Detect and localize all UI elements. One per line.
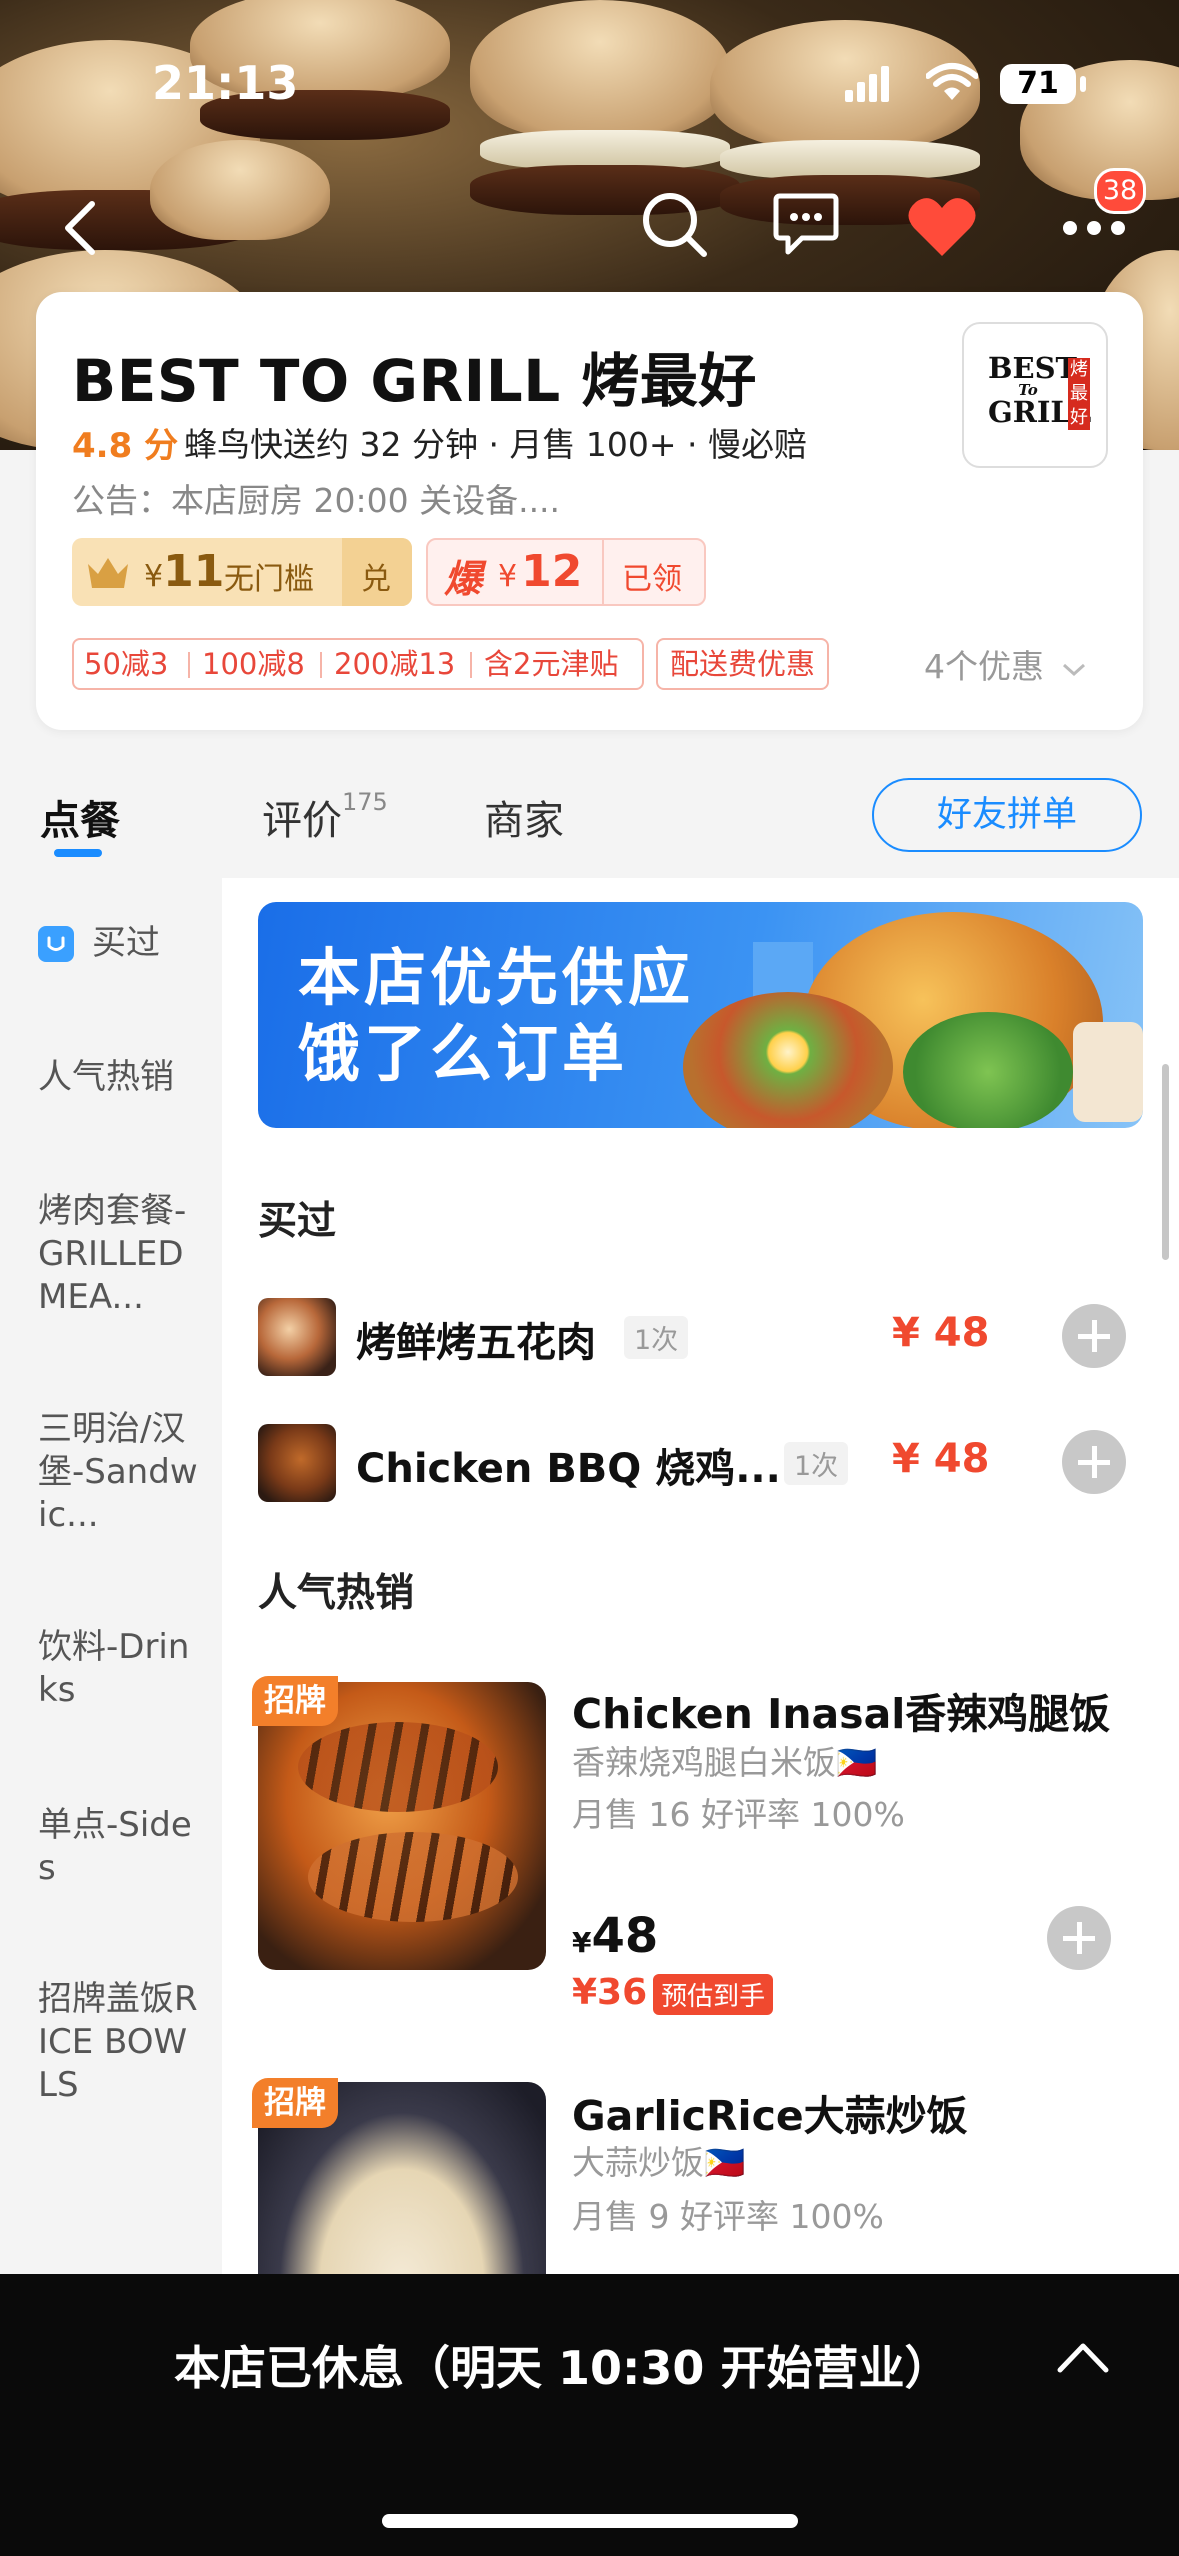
dish-stats: 月售 16 好评率 100% xyxy=(572,1795,905,1834)
cellular-signal-icon xyxy=(845,66,889,102)
dish-description: 大蒜炒饭🇵🇭 xyxy=(572,2143,746,2182)
dish-price-currency: ¥ xyxy=(572,1926,592,1959)
coupon-redeem-label: 兑 xyxy=(361,562,391,597)
coupon-boost-prefix: 爆 xyxy=(444,557,483,601)
more-offers-label: 4个优惠 xyxy=(924,647,1044,686)
tab-reviews[interactable]: 评价175 xyxy=(262,788,388,846)
sidebar-item-bought[interactable]: 买过 xyxy=(92,922,252,965)
chevron-down-icon xyxy=(1062,663,1085,677)
promo-tag: 50减3 xyxy=(84,647,169,681)
bought-item-name[interactable]: 烤鲜烤五花肉 xyxy=(356,1310,596,1368)
promo-tags[interactable]: 50减3 100减8 200减13 含2元津贴 xyxy=(72,638,644,690)
bought-item-price: ¥ 48 xyxy=(892,1310,990,1356)
chevron-up-icon[interactable] xyxy=(1056,2340,1110,2374)
section-title-popular: 人气热销 xyxy=(258,1571,415,1616)
signature-badge: 招牌 xyxy=(252,2078,338,2128)
active-tab-indicator xyxy=(54,849,102,857)
coupon-divider xyxy=(602,540,604,604)
bought-item-image xyxy=(258,1424,336,1502)
banner-text: 本店优先供应 饿了么订单 xyxy=(298,940,694,1092)
banner-line-1: 本店优先供应 xyxy=(298,941,695,1014)
add-to-cart-button[interactable] xyxy=(1062,1304,1126,1368)
store-closed-text: 本店已休息（明天 10:30 开始营业） xyxy=(174,2341,951,2395)
bought-count: 1次 xyxy=(624,1316,689,1359)
more-options-icon[interactable] xyxy=(1062,220,1126,236)
more-offers-link[interactable]: 4个优惠 xyxy=(924,640,1087,688)
tab-reviews-label: 评价 xyxy=(262,798,342,844)
shop-notice[interactable]: 公告：本店厨房 20:00 关设备.... xyxy=(72,474,560,522)
battery-indicator: 71 xyxy=(1000,64,1076,104)
scrollbar[interactable] xyxy=(1162,1064,1169,1260)
dish-description: 香辣烧鸡腿白米饭🇵🇭 xyxy=(572,1743,878,1782)
dish-stats: 月售 9 好评率 100% xyxy=(572,2197,884,2236)
promo-tag: 100减8 xyxy=(202,647,305,681)
shop-logo[interactable]: BEST To GRILL 烤最好 xyxy=(962,322,1108,468)
sidebar-item-grilled[interactable]: 烤肉套餐-GRILLED MEA... xyxy=(38,1190,198,1319)
sidebar-item-drinks[interactable]: 饮料-Drinks xyxy=(38,1626,198,1712)
shop-metrics: 蜂鸟快送约 32 分钟 · 月售 100+ · 慢必赔 xyxy=(184,425,808,464)
coupon-claimed-status: 已领 xyxy=(622,562,682,597)
section-title-bought: 买过 xyxy=(258,1199,337,1244)
logo-side-text: 烤最好 xyxy=(1068,358,1090,430)
shop-name: BEST TO GRILL 烤最好 xyxy=(72,347,757,415)
dish-name[interactable]: Chicken Inasal香辣鸡腿饭 xyxy=(572,1680,1110,1740)
search-icon[interactable] xyxy=(640,190,710,262)
dish-deal-value: ¥36 xyxy=(572,1972,648,2013)
coupon-boost-amount: 12 xyxy=(521,546,583,597)
bought-item-price: ¥ 48 xyxy=(892,1436,990,1482)
back-arrow-icon[interactable] xyxy=(62,200,98,256)
status-time: 21:13 xyxy=(152,56,299,110)
bought-item-name[interactable]: Chicken BBQ 烧鸡... xyxy=(356,1436,781,1494)
bought-icon xyxy=(38,926,74,962)
group-order-button[interactable]: 好友拼单 xyxy=(872,778,1142,852)
crown-icon xyxy=(88,558,128,588)
bought-count: 1次 xyxy=(784,1442,849,1485)
signature-badge: 招牌 xyxy=(252,1676,338,1726)
add-to-cart-button[interactable] xyxy=(1047,1906,1111,1970)
sidebar-item-rice-bowls[interactable]: 招牌盖饭RICE BOWLS xyxy=(38,1978,198,2107)
sidebar-item-popular[interactable]: 人气热销 xyxy=(38,1056,198,1099)
battery-tip xyxy=(1080,76,1086,92)
tab-order[interactable]: 点餐 xyxy=(40,788,120,846)
dish-price-value: 48 xyxy=(591,1908,659,1964)
dish-name[interactable]: GarlicRice大蒜炒饭 xyxy=(572,2082,968,2142)
dish-price: ¥48 xyxy=(572,1908,658,1964)
message-icon[interactable] xyxy=(772,190,840,258)
deal-label: 预估到手 xyxy=(653,1973,774,2015)
shop-rating: 4.8 分 xyxy=(72,426,179,466)
coupon-boost-currency: ¥ xyxy=(498,559,518,594)
delivery-fee-tag[interactable]: 配送费优惠 xyxy=(656,638,830,690)
logo-text-grill: GRILL xyxy=(988,395,1092,429)
coupon-amount: 11 xyxy=(163,546,225,597)
sidebar-item-sides[interactable]: 单点-Sides xyxy=(38,1804,198,1890)
notification-badge: 38 xyxy=(1094,168,1146,214)
promo-tag: 200减13 xyxy=(334,647,456,681)
promo-tag: 含2元津贴 xyxy=(484,647,619,681)
tab-merchant[interactable]: 商家 xyxy=(484,788,564,846)
coupon-label: 无门槛 xyxy=(224,562,314,597)
home-indicator[interactable] xyxy=(382,2514,798,2528)
coupon-currency: ¥ xyxy=(144,559,164,594)
banner-line-2: 饿了么订单 xyxy=(298,1017,629,1090)
sidebar-item-sandwich[interactable]: 三明治/汉堡-Sandwic... xyxy=(38,1408,198,1537)
favorite-heart-icon[interactable] xyxy=(906,196,978,260)
logo-text-best: BEST xyxy=(988,351,1078,385)
add-to-cart-button[interactable] xyxy=(1062,1430,1126,1494)
wifi-icon xyxy=(926,63,978,100)
reviews-count: 175 xyxy=(342,788,388,816)
bought-item-image xyxy=(258,1298,336,1376)
dish-deal-price: ¥36 预估到手 xyxy=(572,1972,774,2015)
